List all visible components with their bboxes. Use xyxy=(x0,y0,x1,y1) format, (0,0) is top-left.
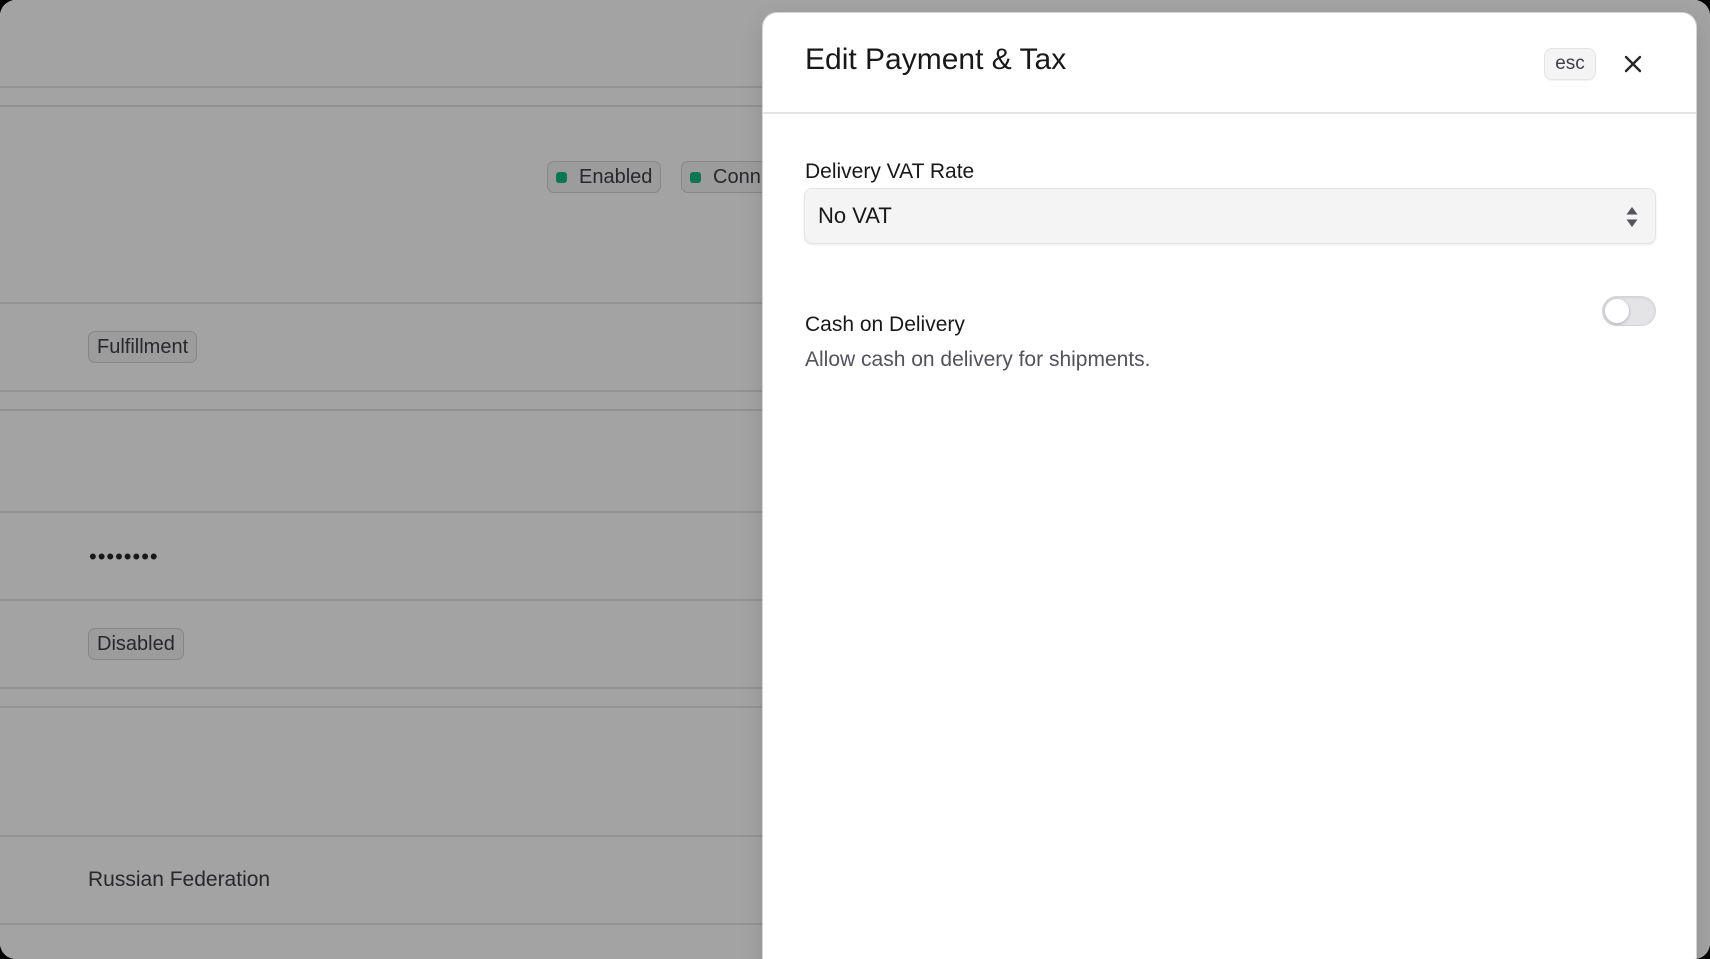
cash-on-delivery-description: Allow cash on delivery for shipments. xyxy=(805,348,1151,371)
esc-shortcut-hint: esc xyxy=(1544,48,1596,80)
cash-on-delivery-toggle[interactable] xyxy=(1602,296,1656,326)
drawer-title: Edit Payment & Tax xyxy=(805,43,1067,76)
close-button[interactable] xyxy=(1615,46,1651,82)
close-icon xyxy=(1624,55,1642,73)
vat-rate-select[interactable]: No VAT xyxy=(804,188,1656,244)
vat-rate-selected-value: No VAT xyxy=(818,203,892,228)
drawer-header: Edit Payment & Tax esc xyxy=(763,13,1696,114)
edit-payment-tax-drawer: Edit Payment & Tax esc Delivery VAT Rate… xyxy=(763,13,1696,959)
app-window: Enabled Conn Fulfillment •••••••• Disabl… xyxy=(0,0,1710,959)
vat-rate-label: Delivery VAT Rate xyxy=(805,160,975,183)
chevron-up-down-icon xyxy=(1626,207,1638,227)
cash-on-delivery-label: Cash on Delivery xyxy=(805,313,965,336)
toggle-knob xyxy=(1605,299,1629,323)
